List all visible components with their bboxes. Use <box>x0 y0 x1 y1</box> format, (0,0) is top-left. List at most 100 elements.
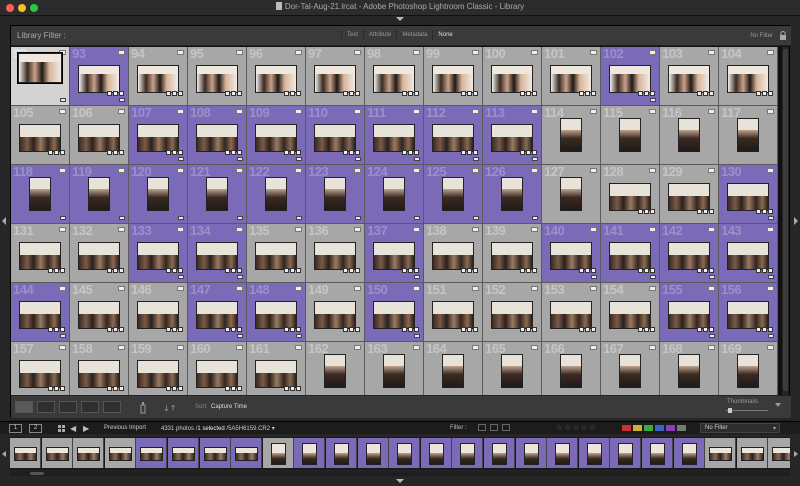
edit-badge-icon[interactable] <box>59 345 66 350</box>
edit-badge-icon[interactable] <box>649 50 656 55</box>
grid-scrollbar-thumb[interactable] <box>783 49 788 391</box>
flag-icon[interactable] <box>355 157 361 161</box>
tab-attribute[interactable]: Attribute <box>363 30 396 40</box>
edit-badge-icon[interactable] <box>472 227 479 232</box>
compare-view-icon[interactable] <box>59 401 77 413</box>
filmstrip-thumbnail[interactable] <box>642 438 673 468</box>
flag-icon[interactable] <box>296 157 302 161</box>
edit-badge-icon[interactable] <box>59 109 66 114</box>
flag-icon[interactable] <box>709 275 715 279</box>
filmstrip-scroll-left-icon[interactable] <box>2 451 6 457</box>
edit-badge-icon[interactable] <box>59 286 66 291</box>
photo-thumbnail[interactable] <box>314 301 356 329</box>
flag-icon[interactable] <box>237 334 243 338</box>
grid-cell[interactable]: 100 <box>483 47 542 106</box>
filmstrip-source[interactable]: Previous Import <box>104 425 146 431</box>
edit-badge-icon[interactable] <box>236 168 243 173</box>
photo-thumbnail[interactable] <box>491 242 533 270</box>
top-panel-toggle-icon[interactable] <box>396 17 404 21</box>
flag-icon[interactable] <box>473 216 479 220</box>
grid-cell[interactable]: 103 <box>660 47 719 106</box>
flag-icon[interactable] <box>178 216 184 220</box>
edit-badge-icon[interactable] <box>413 286 420 291</box>
edit-badge-icon[interactable] <box>531 109 538 114</box>
photo-thumbnail[interactable] <box>550 301 592 329</box>
color-label-swatch[interactable] <box>633 425 642 431</box>
edit-badge-icon[interactable] <box>708 286 715 291</box>
edit-badge-icon[interactable] <box>767 345 774 350</box>
edit-badge-icon[interactable] <box>295 168 302 173</box>
flag-icon[interactable] <box>709 334 715 338</box>
photo-thumbnail[interactable] <box>432 301 474 329</box>
photo-thumbnail[interactable] <box>196 360 238 388</box>
edit-badge-icon[interactable] <box>354 109 361 114</box>
grid-cell[interactable]: 157 <box>11 341 70 395</box>
flag-icon[interactable] <box>60 334 66 338</box>
edit-badge-icon[interactable] <box>354 286 361 291</box>
grid-cell[interactable]: 169 <box>719 341 778 395</box>
edit-badge-icon[interactable] <box>649 286 656 291</box>
filmstrip-thumbnail[interactable] <box>420 438 452 468</box>
filmstrip-thumbnail[interactable] <box>389 438 421 468</box>
grid-view-icon[interactable] <box>15 401 33 413</box>
edit-badge-icon[interactable] <box>708 50 715 55</box>
rating-filter-stars[interactable]: ☆☆☆☆☆ <box>556 423 597 432</box>
edit-badge-icon[interactable] <box>177 168 184 173</box>
photo-thumbnail[interactable] <box>727 183 769 211</box>
photo-thumbnail[interactable] <box>314 242 356 270</box>
filmstrip-thumbnail[interactable] <box>326 438 357 468</box>
edit-badge-icon[interactable] <box>413 168 420 173</box>
grid-cell[interactable]: 111 <box>365 105 424 165</box>
edit-badge-icon[interactable] <box>767 227 774 232</box>
edit-badge-icon[interactable] <box>708 109 715 114</box>
photo-thumbnail[interactable] <box>255 124 297 152</box>
grid-cell[interactable]: 133 <box>129 223 188 283</box>
photo-thumbnail[interactable] <box>314 124 356 152</box>
edit-badge-icon[interactable] <box>236 286 243 291</box>
left-panel-toggle-icon[interactable] <box>2 217 6 225</box>
grid-cell[interactable]: 128 <box>601 164 660 224</box>
photo-thumbnail[interactable] <box>737 354 759 388</box>
photo-thumbnail[interactable] <box>383 354 405 388</box>
photo-thumbnail[interactable] <box>491 301 533 329</box>
grid-cell[interactable]: 119 <box>70 164 129 224</box>
grid-cell[interactable]: 163 <box>365 341 424 395</box>
flag-filter-icon[interactable] <box>502 424 510 431</box>
grid-cell[interactable]: 93 <box>70 47 129 106</box>
grid-cell[interactable]: 132 <box>70 223 129 283</box>
edit-badge-icon[interactable] <box>472 168 479 173</box>
photo-thumbnail[interactable] <box>137 65 179 93</box>
filmstrip-thumbnail[interactable] <box>136 438 168 468</box>
flag-icon[interactable] <box>768 275 774 279</box>
photo-thumbnail[interactable] <box>491 124 533 152</box>
photo-thumbnail[interactable] <box>17 52 63 84</box>
edit-badge-icon[interactable] <box>531 227 538 232</box>
filmstrip-thumbnail[interactable] <box>578 438 610 468</box>
photo-thumbnail[interactable] <box>196 124 238 152</box>
lock-icon[interactable] <box>779 31 787 41</box>
photo-thumbnail[interactable] <box>550 242 592 270</box>
edit-badge-icon[interactable] <box>295 345 302 350</box>
grid-cell[interactable]: 137 <box>365 223 424 283</box>
filmstrip-thumbnail[interactable] <box>673 438 705 468</box>
flag-icon[interactable] <box>473 157 479 161</box>
filmstrip-thumbnail[interactable] <box>294 438 326 468</box>
photo-thumbnail[interactable] <box>19 124 61 152</box>
photo-thumbnail[interactable] <box>668 301 710 329</box>
flag-icon[interactable] <box>60 216 66 220</box>
grid-cell[interactable]: 167 <box>601 341 660 395</box>
flag-icon[interactable] <box>60 98 66 102</box>
flag-filter-icon[interactable] <box>478 424 486 431</box>
photo-thumbnail[interactable] <box>432 65 474 93</box>
rating-operator-icon[interactable] <box>514 424 524 431</box>
flag-icon[interactable] <box>237 157 243 161</box>
photo-thumbnail[interactable] <box>29 177 51 211</box>
grid-cell[interactable]: 124 <box>365 164 424 224</box>
photo-thumbnail[interactable] <box>196 301 238 329</box>
photo-thumbnail[interactable] <box>727 242 769 270</box>
tab-text[interactable]: Text <box>341 30 363 40</box>
photo-thumbnail[interactable] <box>668 65 710 93</box>
grid-cell[interactable]: 109 <box>247 105 306 165</box>
photo-thumbnail[interactable] <box>265 177 287 211</box>
edit-badge-icon[interactable] <box>236 109 243 114</box>
